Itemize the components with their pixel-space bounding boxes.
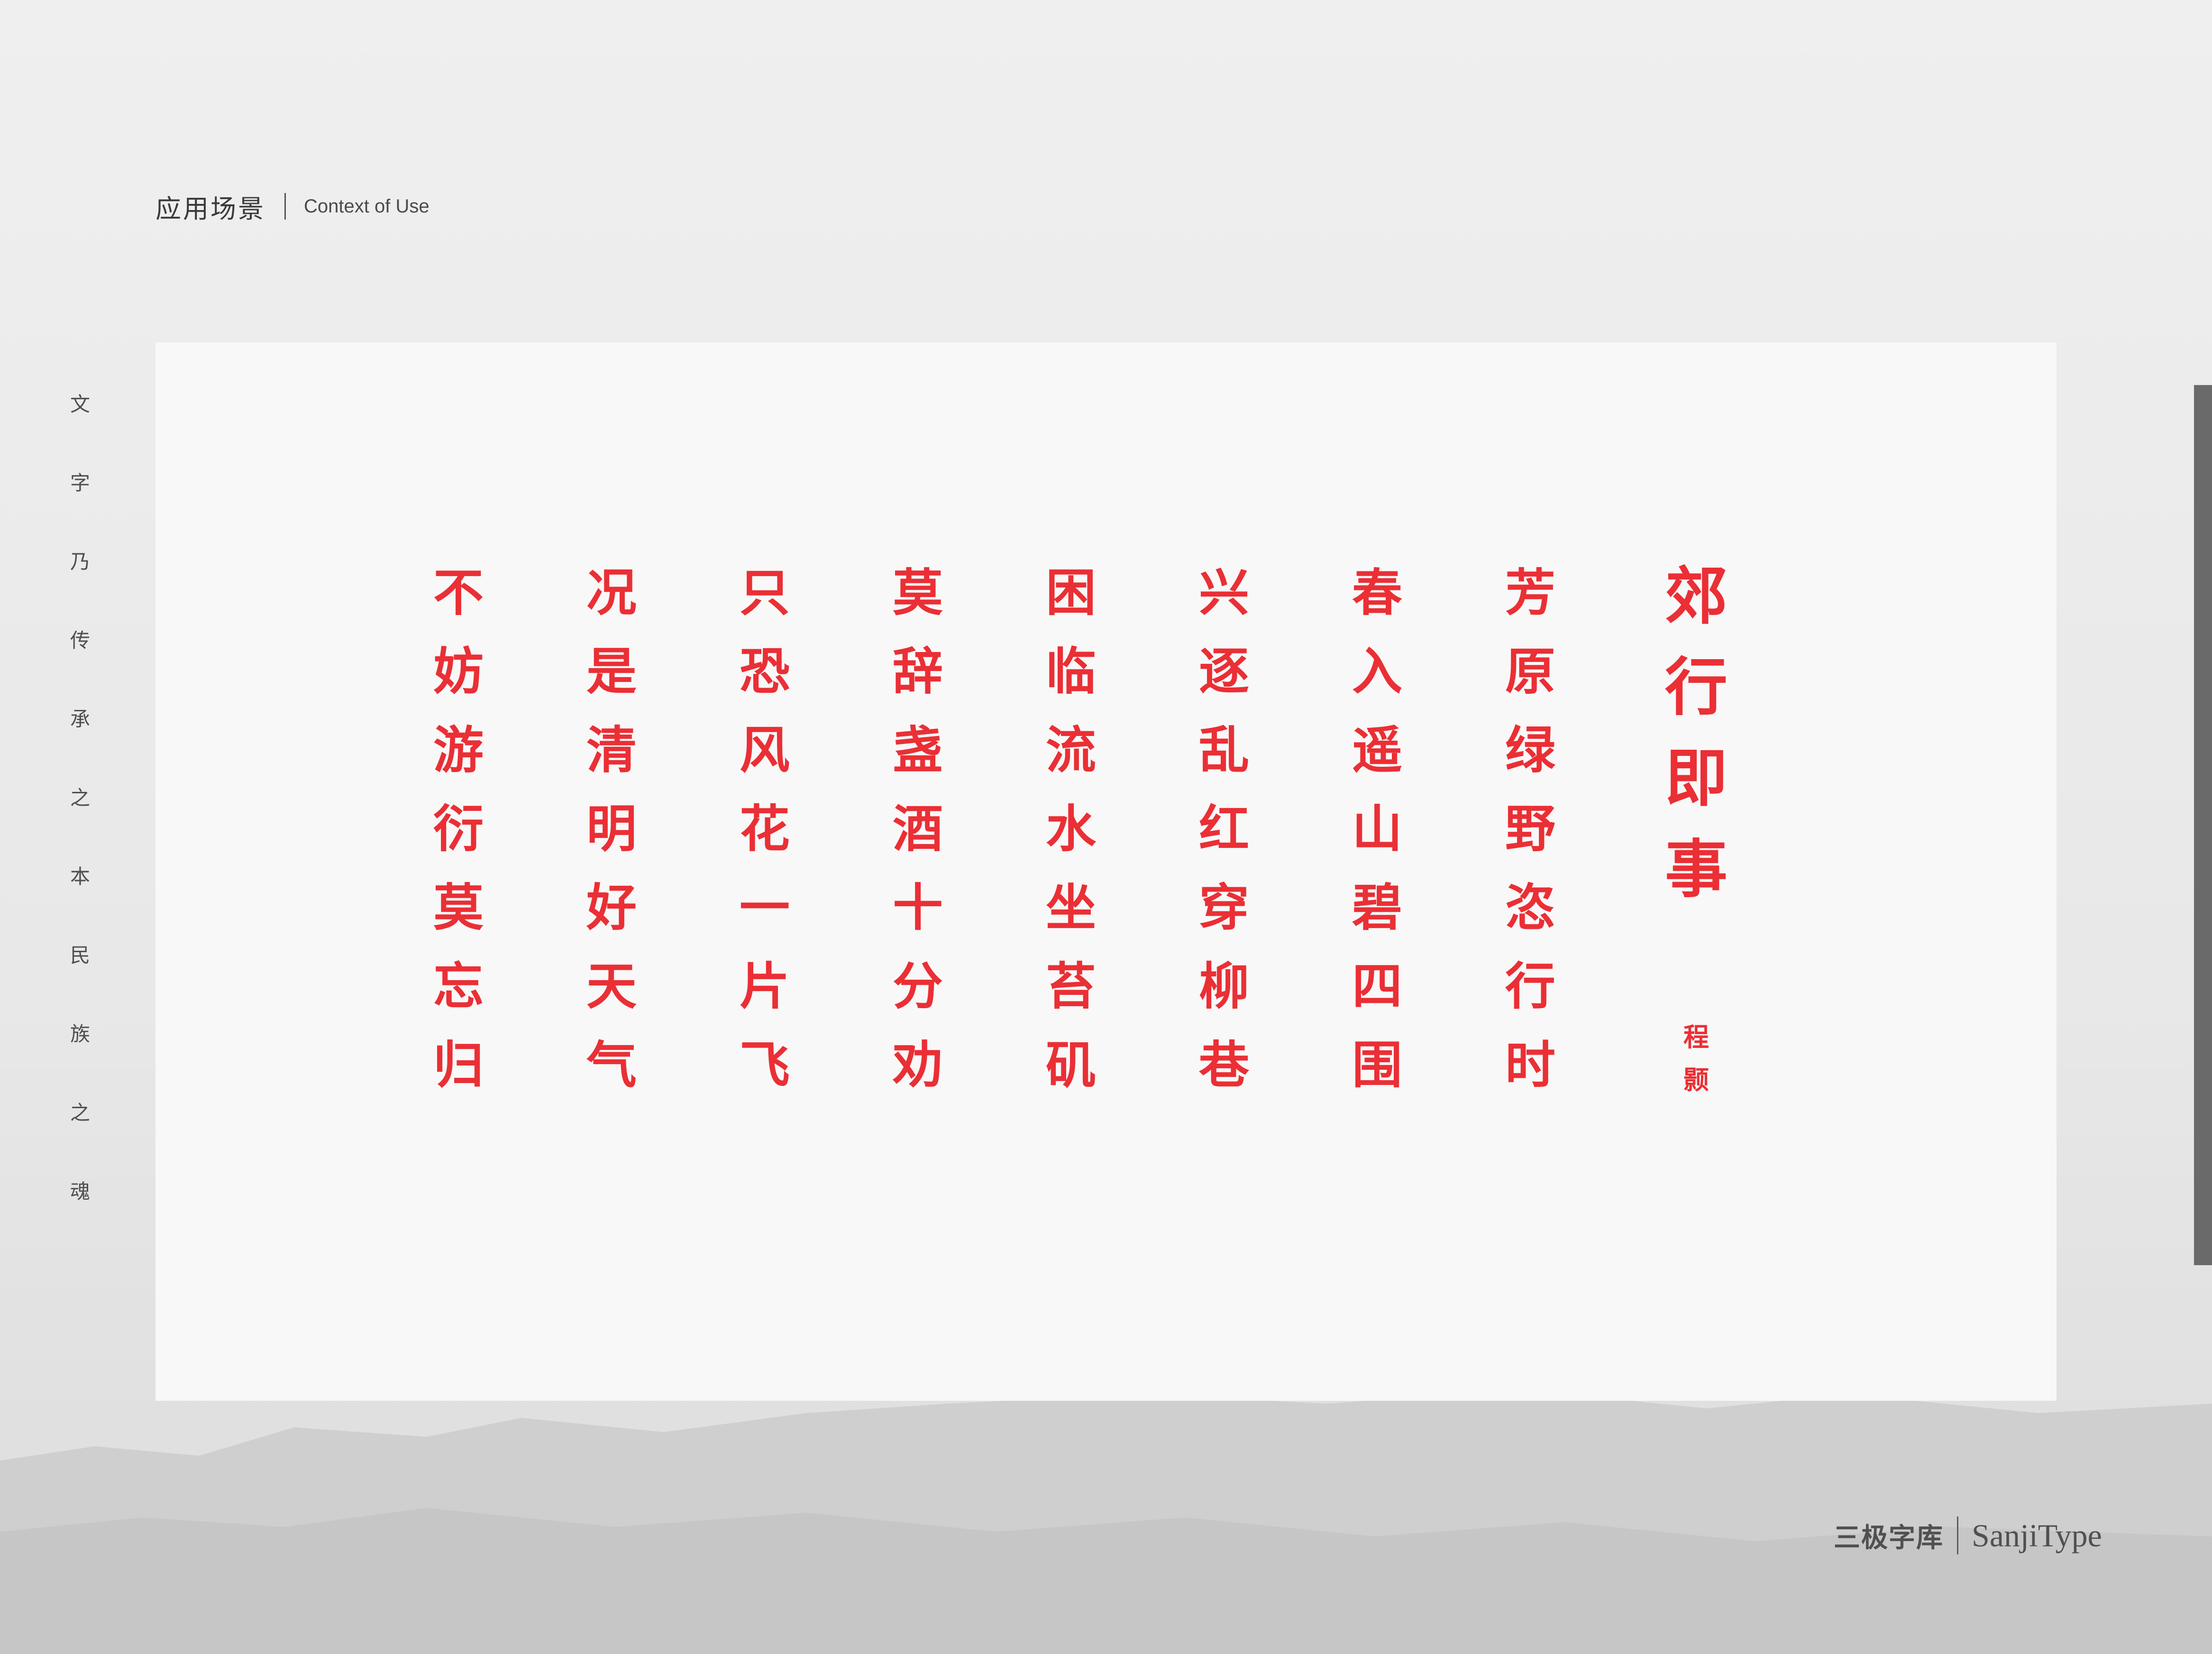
poem-char: 是 (586, 642, 637, 701)
footer-divider (1957, 1516, 1958, 1554)
slogan-char: 字 (70, 471, 90, 495)
poem-char: 片 (740, 956, 790, 1016)
brand-name-en: SanjiType (1972, 1517, 2102, 1553)
poem-char: 盏 (893, 720, 943, 780)
poem-line: 芳原绿野恣行时 (1492, 553, 1568, 1104)
poem-char: 莫 (433, 878, 484, 937)
slogan-char: 乃 (70, 550, 90, 573)
poem-line: 困临流水坐苔矶 (1033, 553, 1109, 1104)
poem-char: 郊 (1665, 560, 1728, 633)
slogan-char: 本 (70, 865, 90, 888)
poem-char: 流 (1046, 720, 1096, 780)
poem-char: 恐 (740, 642, 790, 701)
poem-line: 不妨游衍莫忘归 (420, 553, 496, 1104)
poem-char: 一 (740, 878, 790, 937)
poem-char: 花 (740, 799, 790, 858)
slogan-char: 之 (70, 786, 90, 809)
poem-char: 穿 (1199, 878, 1249, 937)
poem-char: 飞 (740, 1035, 790, 1094)
poem-line: 兴逐乱红穿柳巷 (1186, 553, 1262, 1104)
slogan-char: 族 (70, 1022, 90, 1046)
poem-char: 劝 (893, 1035, 943, 1094)
poem-char: 恣 (1505, 878, 1555, 937)
poem-char: 山 (1352, 799, 1402, 858)
poem-char: 芳 (1505, 563, 1555, 622)
poem-char: 清 (586, 720, 637, 780)
slogan-char: 文 (70, 393, 90, 416)
poem-char: 忘 (433, 956, 484, 1016)
section-header: 应用场景 Context of Use (155, 187, 430, 225)
poem-char: 明 (586, 799, 637, 858)
poem-char: 风 (740, 720, 790, 780)
poem-line: 春入遥山碧四围 (1339, 553, 1415, 1104)
poem-char: 苔 (1046, 956, 1096, 1016)
poem-char: 天 (586, 956, 637, 1016)
header-divider (284, 193, 286, 220)
poem-char: 气 (586, 1035, 637, 1094)
poem-char: 绿 (1505, 720, 1555, 780)
poem-char: 野 (1505, 799, 1555, 858)
poem-line: 莫辞盏酒十分劝 (880, 553, 956, 1104)
poem-char: 行 (1505, 956, 1555, 1016)
poem-char: 只 (740, 563, 790, 622)
poem-char: 行 (1665, 651, 1728, 724)
ink-mountain-background (0, 1389, 2212, 1654)
slogan-char: 之 (70, 1101, 90, 1124)
poem-char: 况 (586, 563, 637, 622)
poem-char: 红 (1199, 799, 1249, 858)
poem-char: 好 (586, 878, 637, 937)
poem-char: 游 (433, 720, 484, 780)
poem-author: 程颢 (1658, 1016, 1734, 1101)
poem-char: 水 (1046, 799, 1096, 858)
poem-char: 莫 (893, 563, 943, 622)
section-subtitle: Context of Use (304, 195, 430, 217)
poem-char: 巷 (1199, 1035, 1249, 1094)
poem-char: 十 (893, 878, 943, 937)
footer-brand: 三极字库 SanjiType (1834, 1516, 2102, 1554)
brand-name-cn: 三极字库 (1834, 1522, 1944, 1553)
slogan-char: 承 (70, 708, 90, 731)
poem-char: 衍 (433, 799, 484, 858)
poem-char: 时 (1505, 1035, 1555, 1094)
poem-char: 乱 (1199, 720, 1249, 780)
slogan-char: 魂 (70, 1180, 90, 1203)
poem-char: 酒 (893, 799, 943, 858)
poem-char: 颢 (1683, 1065, 1709, 1095)
poem-line: 只恐风花一片飞 (727, 553, 803, 1104)
poem: 郊行即事程颢芳原绿野恣行时春入遥山碧四围兴逐乱红穿柳巷困临流水坐苔矶莫辞盏酒十分… (155, 342, 2057, 1401)
poem-char: 逐 (1199, 642, 1249, 701)
slogan-char: 传 (70, 629, 90, 652)
poem-char: 程 (1683, 1022, 1709, 1052)
poem-char: 辞 (893, 642, 943, 701)
vertical-slogan: 文 字 乃 传 承 之 本 民 族 之 魂 (69, 393, 91, 1259)
poem-char: 春 (1352, 563, 1402, 622)
poem-char: 入 (1352, 642, 1402, 701)
poem-char: 兴 (1199, 563, 1249, 622)
poem-char: 矶 (1046, 1035, 1096, 1094)
poem-char: 妨 (433, 642, 484, 701)
poem-char: 原 (1505, 642, 1555, 701)
poem-char: 归 (433, 1035, 484, 1094)
poem-char: 碧 (1352, 878, 1402, 937)
poem-title: 郊行即事 (1658, 551, 1734, 915)
poem-char: 不 (433, 563, 484, 622)
poem-char: 柳 (1199, 956, 1249, 1016)
poem-line: 况是清明好天气 (574, 553, 649, 1104)
poem-char: 坐 (1046, 878, 1096, 937)
poem-char: 四 (1352, 956, 1402, 1016)
poem-char: 遥 (1352, 720, 1402, 780)
poem-char: 临 (1046, 642, 1096, 701)
poem-char: 即 (1665, 742, 1728, 815)
slogan-char: 民 (70, 944, 90, 967)
poem-char: 分 (893, 956, 943, 1016)
poem-char: 困 (1046, 563, 1096, 622)
section-title: 应用场景 (155, 193, 265, 224)
poem-char: 事 (1665, 833, 1728, 906)
scrollbar[interactable] (2194, 385, 2212, 1265)
poem-canvas: 郊行即事程颢芳原绿野恣行时春入遥山碧四围兴逐乱红穿柳巷困临流水坐苔矶莫辞盏酒十分… (155, 342, 2057, 1401)
poem-char: 围 (1352, 1035, 1402, 1094)
